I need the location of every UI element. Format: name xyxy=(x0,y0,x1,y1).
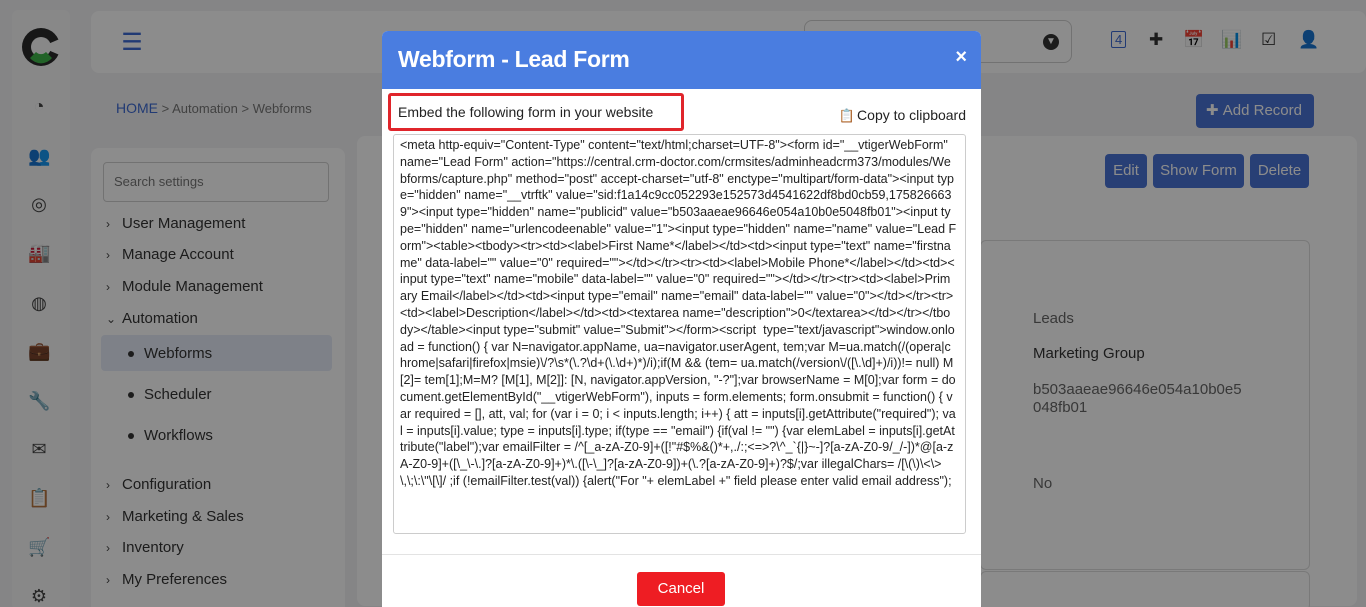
cancel-button[interactable]: Cancel xyxy=(637,572,725,606)
modal-header: Webform - Lead Form × xyxy=(382,31,981,89)
copy-to-clipboard-button[interactable]: 📋 Copy to clipboard xyxy=(839,107,966,124)
copy-icon: 📋 xyxy=(838,108,856,123)
embed-instruction-label: Embed the following form in your website xyxy=(388,93,684,131)
modal-title: Webform - Lead Form xyxy=(398,46,630,72)
webform-modal: Webform - Lead Form × Embed the followin… xyxy=(382,31,981,607)
footer-divider xyxy=(382,554,981,555)
close-icon[interactable]: × xyxy=(955,46,967,69)
embed-code-textarea[interactable] xyxy=(393,134,966,534)
copy-label: Copy to clipboard xyxy=(857,107,966,123)
